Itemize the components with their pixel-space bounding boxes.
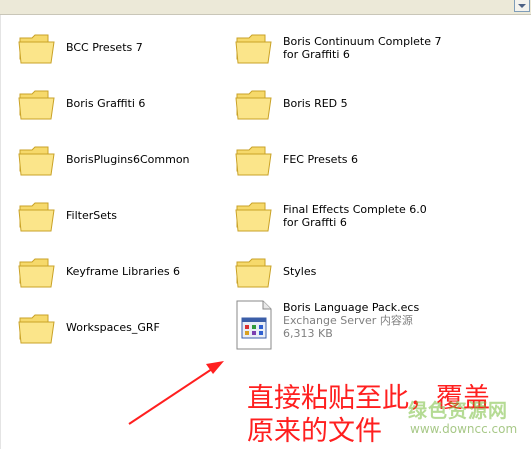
folder-name: Boris Graffiti 6 — [66, 97, 146, 110]
folder-item[interactable]: Workspaces_GRF — [18, 309, 218, 349]
folder-name: BorisPlugins6Common — [66, 153, 190, 166]
file-type: Exchange Server 内容源 — [283, 314, 413, 327]
folder-name: Styles — [283, 265, 317, 278]
folder-item[interactable]: Final Effects Complete 6.0 for Graffti 6 — [235, 197, 465, 241]
toolbar-strip — [0, 0, 531, 15]
folder-item[interactable]: FEC Presets 6 — [235, 141, 435, 181]
folder-icon — [18, 90, 55, 120]
folder-item[interactable]: Styles — [235, 253, 435, 293]
folder-name: BCC Presets 7 — [66, 41, 143, 54]
folder-item[interactable]: Boris Continuum Complete 7 for Graffiti … — [235, 29, 465, 73]
document-icon — [236, 300, 272, 350]
watermark: 绿色资源网 www.downcc.com — [404, 396, 531, 446]
folder-icon — [235, 202, 272, 232]
watermark-brand: 绿色资源网 — [408, 400, 509, 422]
folder-icon — [235, 146, 272, 176]
folder-icon — [18, 314, 55, 344]
folder-name: Keyframe Libraries 6 — [66, 265, 181, 278]
folder-icon — [18, 34, 55, 64]
chevron-down-icon — [518, 4, 526, 8]
folder-name: Workspaces_GRF — [66, 321, 160, 334]
folder-item[interactable]: BCC Presets 7 — [18, 29, 218, 69]
folder-name: Boris RED 5 — [283, 97, 348, 110]
folder-icon — [18, 202, 55, 232]
folder-icon — [18, 258, 55, 288]
file-size: 6,313 KB — [283, 327, 333, 340]
folder-item[interactable]: BorisPlugins6Common — [18, 141, 218, 181]
watermark-url: www.downcc.com — [410, 422, 518, 436]
file-name: Boris Language Pack.ecs — [283, 301, 420, 314]
folder-item[interactable]: Boris Graffiti 6 — [18, 85, 218, 125]
folder-name: FEC Presets 6 — [283, 153, 358, 166]
folder-item[interactable]: Keyframe Libraries 6 — [18, 253, 218, 293]
folder-icon — [235, 90, 272, 120]
dropdown-button[interactable] — [514, 0, 530, 12]
folder-icon — [235, 34, 272, 64]
folder-name: FilterSets — [66, 209, 118, 222]
folder-item[interactable]: Boris RED 5 — [235, 85, 435, 125]
folder-name: Final Effects Complete 6.0 for Graffti 6 — [283, 203, 427, 229]
file-label: Boris Language Pack.ecs Exchange Server … — [283, 301, 419, 340]
folder-item[interactable]: FilterSets — [18, 197, 218, 237]
file-item[interactable]: Boris Language Pack.ecs Exchange Server … — [235, 300, 465, 356]
folder-name: Boris Continuum Complete 7 for Graffiti … — [283, 35, 442, 61]
folder-icon — [235, 258, 272, 288]
folder-icon — [18, 146, 55, 176]
